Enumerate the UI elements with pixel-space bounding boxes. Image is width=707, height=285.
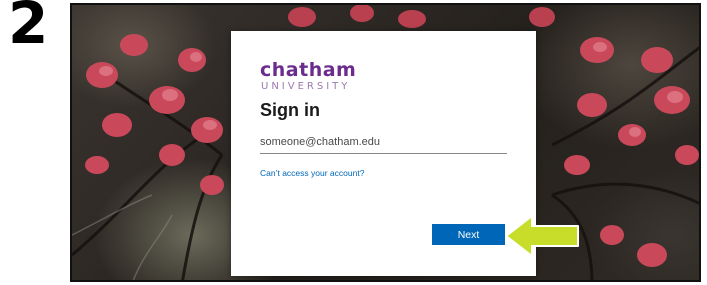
- brand-logo-subtitle: UNIVERSITY: [261, 81, 351, 92]
- brand-logo-name: chatham: [260, 59, 357, 81]
- email-field[interactable]: [260, 133, 507, 154]
- signin-card: chatham UNIVERSITY Sign in Can’t access …: [231, 31, 536, 276]
- arrow-left-icon: [505, 215, 579, 257]
- cant-access-account-link[interactable]: Can’t access your account?: [260, 168, 364, 178]
- page-title: Sign in: [260, 100, 320, 120]
- screenshot-frame: chatham UNIVERSITY Sign in Can’t access …: [70, 3, 701, 282]
- step-number: 2: [8, 0, 48, 57]
- next-button[interactable]: Next: [432, 224, 505, 245]
